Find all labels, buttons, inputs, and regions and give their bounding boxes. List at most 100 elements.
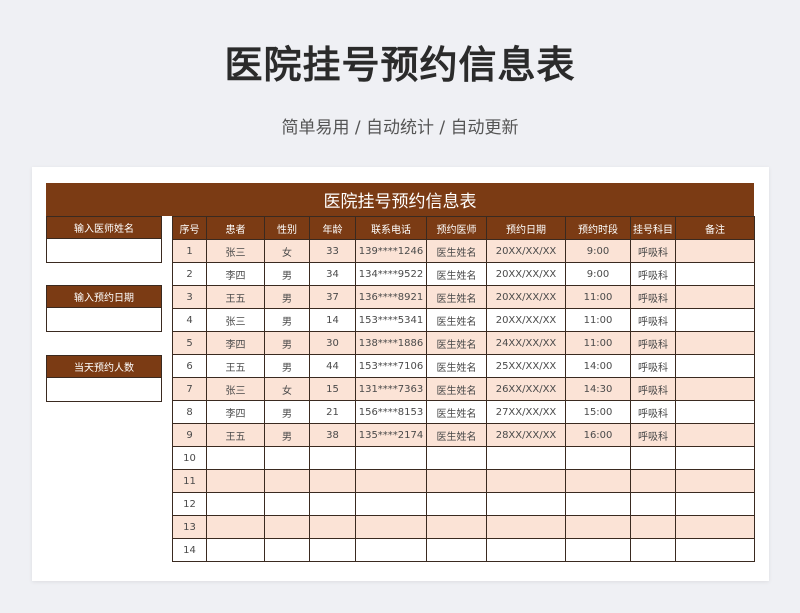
cell-time[interactable]: 11:00	[565, 285, 631, 309]
cell-seq[interactable]: 7	[172, 377, 207, 401]
cell-patient[interactable]: 王五	[206, 354, 265, 378]
cell-doctor[interactable]: 医生姓名	[426, 239, 487, 263]
cell-date[interactable]: 25XX/XX/XX	[486, 354, 566, 378]
cell-doctor[interactable]: 医生姓名	[426, 331, 487, 355]
cell-gender[interactable]	[264, 538, 310, 562]
cell-date[interactable]: 20XX/XX/XX	[486, 308, 566, 332]
cell-department[interactable]: 呼吸科	[630, 377, 676, 401]
cell-date[interactable]: 27XX/XX/XX	[486, 400, 566, 424]
cell-date[interactable]: 20XX/XX/XX	[486, 262, 566, 286]
cell-patient[interactable]: 李四	[206, 262, 265, 286]
cell-date[interactable]: 20XX/XX/XX	[486, 285, 566, 309]
cell-note[interactable]	[675, 423, 755, 447]
cell-time[interactable]: 14:30	[565, 377, 631, 401]
cell-phone[interactable]	[355, 446, 427, 470]
cell-doctor[interactable]	[426, 538, 487, 562]
cell-date[interactable]: 24XX/XX/XX	[486, 331, 566, 355]
cell-age[interactable]	[309, 538, 356, 562]
cell-age[interactable]: 15	[309, 377, 356, 401]
cell-date[interactable]: 20XX/XX/XX	[486, 239, 566, 263]
cell-patient[interactable]	[206, 469, 265, 493]
cell-department[interactable]: 呼吸科	[630, 354, 676, 378]
cell-note[interactable]	[675, 400, 755, 424]
cell-seq[interactable]: 11	[172, 469, 207, 493]
cell-doctor[interactable]: 医生姓名	[426, 400, 487, 424]
cell-patient[interactable]: 李四	[206, 331, 265, 355]
cell-patient[interactable]: 张三	[206, 308, 265, 332]
cell-phone[interactable]: 136****8921	[355, 285, 427, 309]
cell-phone[interactable]: 134****9522	[355, 262, 427, 286]
cell-seq[interactable]: 2	[172, 262, 207, 286]
cell-note[interactable]	[675, 469, 755, 493]
cell-gender[interactable]: 男	[264, 331, 310, 355]
cell-seq[interactable]: 5	[172, 331, 207, 355]
cell-note[interactable]	[675, 308, 755, 332]
cell-date[interactable]: 26XX/XX/XX	[486, 377, 566, 401]
cell-seq[interactable]: 1	[172, 239, 207, 263]
cell-patient[interactable]	[206, 492, 265, 516]
cell-doctor[interactable]: 医生姓名	[426, 285, 487, 309]
cell-phone[interactable]: 156****8153	[355, 400, 427, 424]
cell-doctor[interactable]	[426, 492, 487, 516]
cell-note[interactable]	[675, 538, 755, 562]
cell-phone[interactable]	[355, 469, 427, 493]
cell-time[interactable]: 9:00	[565, 262, 631, 286]
cell-department[interactable]: 呼吸科	[630, 262, 676, 286]
cell-seq[interactable]: 13	[172, 515, 207, 539]
cell-gender[interactable]: 男	[264, 423, 310, 447]
cell-doctor[interactable]: 医生姓名	[426, 423, 487, 447]
cell-department[interactable]	[630, 446, 676, 470]
cell-patient[interactable]	[206, 446, 265, 470]
cell-doctor[interactable]: 医生姓名	[426, 377, 487, 401]
cell-time[interactable]: 14:00	[565, 354, 631, 378]
cell-phone[interactable]: 153****7106	[355, 354, 427, 378]
cell-phone[interactable]	[355, 538, 427, 562]
cell-department[interactable]	[630, 515, 676, 539]
cell-age[interactable]	[309, 492, 356, 516]
cell-department[interactable]	[630, 538, 676, 562]
cell-note[interactable]	[675, 262, 755, 286]
cell-note[interactable]	[675, 285, 755, 309]
cell-seq[interactable]: 10	[172, 446, 207, 470]
cell-seq[interactable]: 4	[172, 308, 207, 332]
cell-department[interactable]: 呼吸科	[630, 285, 676, 309]
cell-time[interactable]	[565, 469, 631, 493]
doctor-name-input[interactable]	[46, 239, 162, 263]
cell-date[interactable]	[486, 515, 566, 539]
cell-department[interactable]: 呼吸科	[630, 331, 676, 355]
cell-department[interactable]: 呼吸科	[630, 308, 676, 332]
cell-phone[interactable]: 153****5341	[355, 308, 427, 332]
cell-note[interactable]	[675, 331, 755, 355]
cell-seq[interactable]: 14	[172, 538, 207, 562]
cell-seq[interactable]: 9	[172, 423, 207, 447]
cell-age[interactable]	[309, 446, 356, 470]
cell-time[interactable]: 16:00	[565, 423, 631, 447]
cell-note[interactable]	[675, 377, 755, 401]
cell-age[interactable]: 44	[309, 354, 356, 378]
cell-age[interactable]: 38	[309, 423, 356, 447]
cell-time[interactable]	[565, 446, 631, 470]
cell-date[interactable]	[486, 538, 566, 562]
cell-department[interactable]: 呼吸科	[630, 423, 676, 447]
cell-date[interactable]	[486, 446, 566, 470]
cell-doctor[interactable]: 医生姓名	[426, 354, 487, 378]
cell-gender[interactable]: 男	[264, 262, 310, 286]
cell-patient[interactable]: 张三	[206, 377, 265, 401]
cell-seq[interactable]: 6	[172, 354, 207, 378]
cell-patient[interactable]: 王五	[206, 423, 265, 447]
cell-patient[interactable]: 张三	[206, 239, 265, 263]
cell-date[interactable]: 28XX/XX/XX	[486, 423, 566, 447]
cell-phone[interactable]: 135****2174	[355, 423, 427, 447]
cell-department[interactable]	[630, 492, 676, 516]
cell-phone[interactable]: 138****1886	[355, 331, 427, 355]
cell-phone[interactable]	[355, 515, 427, 539]
cell-time[interactable]: 15:00	[565, 400, 631, 424]
cell-doctor[interactable]: 医生姓名	[426, 308, 487, 332]
cell-note[interactable]	[675, 239, 755, 263]
cell-doctor[interactable]	[426, 469, 487, 493]
cell-time[interactable]: 11:00	[565, 331, 631, 355]
cell-age[interactable]: 30	[309, 331, 356, 355]
cell-gender[interactable]: 男	[264, 400, 310, 424]
cell-doctor[interactable]	[426, 446, 487, 470]
cell-time[interactable]: 11:00	[565, 308, 631, 332]
